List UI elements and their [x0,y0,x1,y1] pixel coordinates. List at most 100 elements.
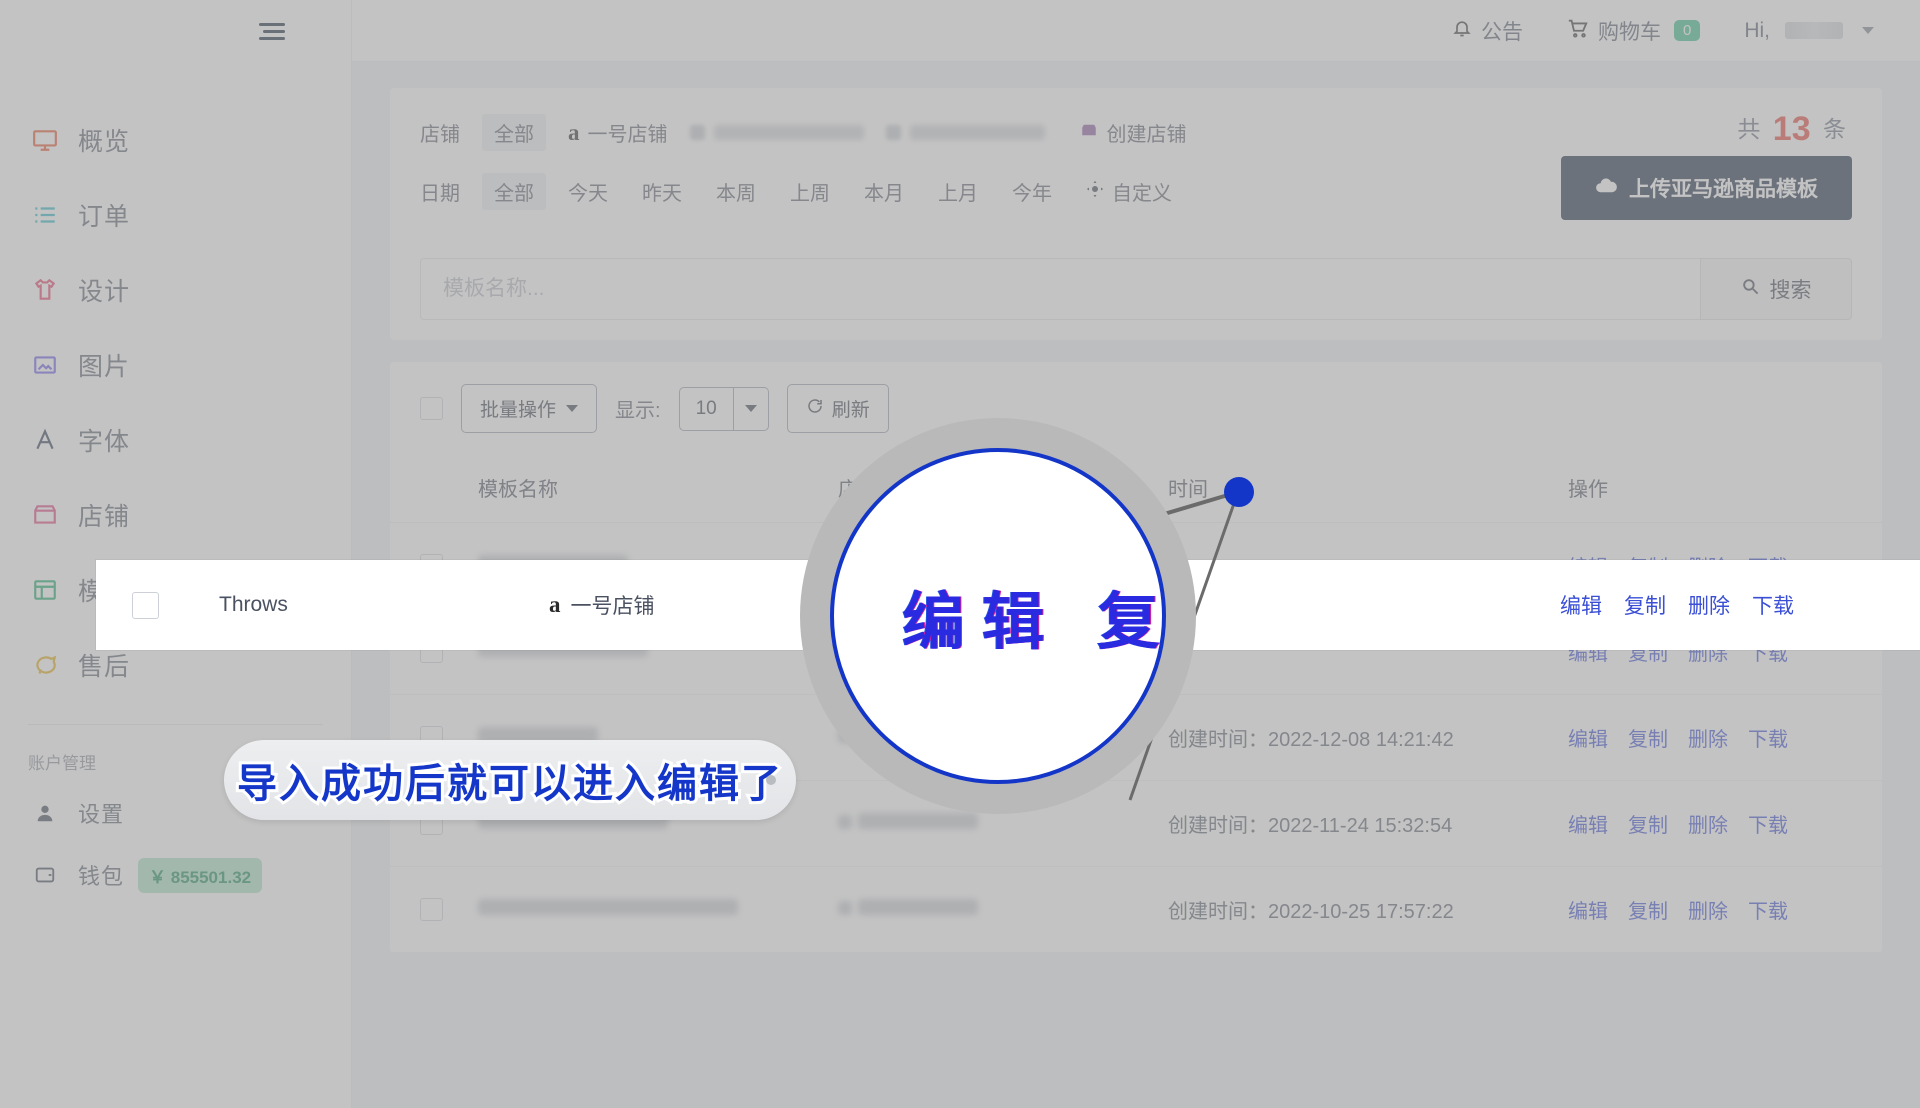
date-filter-last-week[interactable]: 上周 [778,173,842,210]
table-row[interactable]: 创建时间：2022-10-25 17:57:22 编辑 复制 删除 下载 [390,866,1882,953]
count-value: 13 [1772,110,1811,148]
sidebar-item-images[interactable]: 图片 [0,327,351,402]
sidebar-item-label: 字体 [78,427,131,456]
row-checkbox[interactable] [132,591,159,619]
row-action-edit[interactable]: 编辑 [1560,590,1602,620]
upload-button-label: 上传亚马逊商品模板 [1629,178,1818,201]
store-name-redacted [909,125,1045,140]
refresh-button[interactable]: 刷新 [786,384,889,433]
row-action-edit[interactable]: 编辑 [1568,809,1608,838]
sidebar-item-orders[interactable]: 订单 [0,177,351,252]
date-filter-custom[interactable]: 自定义 [1074,173,1184,210]
date-filter-last-month[interactable]: 上月 [926,173,990,210]
magnifier-lens: 编辑 复 [830,448,1166,784]
search-icon [1741,277,1760,302]
cart-count-badge: 0 [1673,20,1701,41]
sidebar-item-stores[interactable]: 店铺 [0,477,351,552]
announcement-label: 公告 [1480,20,1523,44]
list-icon [28,202,62,228]
row-checkbox[interactable] [420,898,443,921]
store-add-icon [1079,121,1099,145]
store-filter-one[interactable]: a 一号店铺 [556,114,680,151]
user-icon [28,802,62,824]
sidebar-item-design[interactable]: 设计 [0,252,351,327]
row-action-edit[interactable]: 编辑 [1568,723,1608,752]
sidebar-item-label: 图片 [78,352,131,381]
row-actions: 编辑 复制 删除 下载 [1560,590,1794,620]
store-filter-all[interactable]: 全部 [482,114,546,151]
chevron-down-icon[interactable] [733,386,769,431]
refresh-icon [806,397,824,421]
page-size-value: 10 [678,386,734,431]
count-suffix: 条 [1823,116,1846,142]
topbar: 公告 购物车 0 Hi, [352,0,1920,62]
upload-amazon-template-button[interactable]: 上传亚马逊商品模板 [1561,156,1852,220]
table-toolbar: 批量操作 显示: 10 刷新 [390,362,1882,453]
sidebar-item-label: 订单 [78,202,131,231]
cart-label: 购物车 [1597,20,1661,44]
sidebar: 概览 订单 设计 图片 字体 店铺 售后 账户管理 设置 钱包 ￥ 855501… [0,0,352,1108]
row-action-copy[interactable]: 复制 [1628,895,1668,924]
amazon-icon: a [549,592,561,617]
date-filter-today[interactable]: 今天 [556,173,620,210]
batch-action-button[interactable]: 批量操作 [461,384,598,433]
search-input[interactable] [420,258,1700,320]
result-count: 共 13 条 [1737,110,1846,149]
row-action-delete[interactable]: 删除 [1688,590,1730,620]
row-action-download[interactable]: 下载 [1748,895,1788,924]
row-action-delete[interactable]: 删除 [1688,723,1728,752]
row-action-delete[interactable]: 删除 [1688,895,1728,924]
row-action-copy[interactable]: 复制 [1628,809,1668,838]
page-size-stepper[interactable]: 10 [678,386,769,431]
announcement-button[interactable]: 公告 [1452,16,1523,46]
store-name-redacted [713,125,864,140]
magnifier-text: 编辑 复 [902,588,1166,657]
row-action-download[interactable]: 下载 [1748,809,1788,838]
caption-banner: 导入成功后就可以进入编辑了 [224,740,796,820]
font-a-icon [28,427,62,453]
header-template-name: 模板名称 [478,453,838,523]
store-icon [28,502,62,528]
date-filter-this-week[interactable]: 本周 [704,173,768,210]
hamburger-icon[interactable] [259,19,285,44]
date-filter-this-month[interactable]: 本月 [852,173,916,210]
store-filter-label: 店铺 [420,124,460,146]
store-filter-one-label: 一号店铺 [587,124,668,146]
row-action-download[interactable]: 下载 [1748,723,1788,752]
date-filter-label: 日期 [420,183,460,205]
date-filter-all[interactable]: 全部 [482,173,546,210]
search-button[interactable]: 搜索 [1700,258,1852,320]
row-action-copy[interactable]: 复制 [1624,590,1666,620]
row-time: 创建时间：2022-11-24 15:32:54 [1168,780,1568,867]
select-all-checkbox[interactable] [420,397,443,420]
date-filter-this-year[interactable]: 今年 [1000,173,1064,210]
sidebar-item-label: 钱包 [78,864,125,889]
create-store-button[interactable]: 创建店铺 [1067,114,1199,151]
bell-icon [1452,18,1472,44]
wallet-balance-badge: ￥ 855501.32 [138,857,263,893]
store-filter-redacted-2[interactable] [885,125,1045,140]
sidebar-item-label: 售后 [78,652,131,681]
sidebar-item-label: 店铺 [78,502,131,531]
store-filter-redacted-1[interactable] [689,125,864,140]
image-icon [28,352,62,378]
sidebar-item-label: 设计 [78,277,131,306]
gear-icon [1086,180,1104,204]
date-filter-yesterday[interactable]: 昨天 [630,173,694,210]
row-action-download[interactable]: 下载 [1752,590,1794,620]
search-button-label: 搜索 [1769,279,1812,302]
sidebar-item-overview[interactable]: 概览 [0,102,351,177]
chevron-down-icon [566,405,579,412]
filter-panel: 店铺 全部 a 一号店铺 创建店铺 日期 全部 今天 昨天 本周 上周 本月 上… [390,88,1882,340]
row-template-name: Throws [219,593,288,616]
tshirt-icon [28,277,62,303]
row-action-delete[interactable]: 删除 [1688,809,1728,838]
row-action-copy[interactable]: 复制 [1628,723,1668,752]
sidebar-item-wallet[interactable]: 钱包 ￥ 855501.32 [0,844,351,906]
user-menu[interactable]: Hi, [1744,19,1874,43]
cart-button[interactable]: 购物车 0 [1567,16,1701,46]
cloud-upload-icon [1595,176,1617,200]
row-action-edit[interactable]: 编辑 [1568,895,1608,924]
sidebar-item-fonts[interactable]: 字体 [0,402,351,477]
row-actions: 编辑复制删除下载 [1568,780,1882,867]
